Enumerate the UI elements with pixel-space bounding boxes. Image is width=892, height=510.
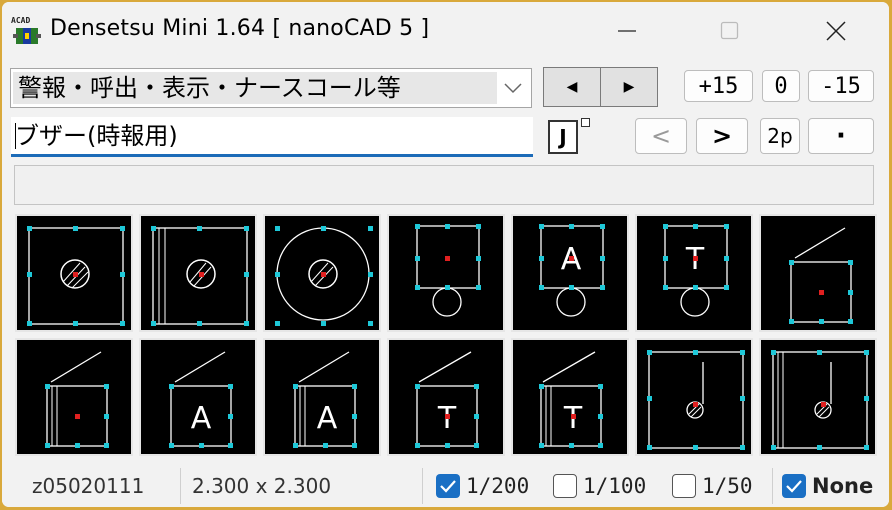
maximize-button[interactable]	[702, 2, 758, 60]
symbol-tile-2[interactable]	[139, 214, 257, 332]
status-bar: z05020111 2.300 x 2.300 1/200 1/100 1/50…	[2, 464, 889, 507]
bell-pull-icon	[415, 224, 481, 317]
symbol-tile-8[interactable]	[15, 338, 133, 456]
title-bar[interactable]: ACAD Densetsu Mini 1.64 [ nanoCAD 5 ]	[2, 2, 889, 60]
app-window: ACAD Densetsu Mini 1.64 [ nanoCAD 5 ] 警報…	[2, 2, 889, 507]
buzzer-circle-icon	[27, 226, 125, 326]
symbol-size: 2.300 x 2.300	[192, 473, 332, 498]
buzzer-ring-icon	[275, 226, 373, 326]
j-button-corner-icon	[581, 118, 590, 127]
symbol-name-field[interactable]: ブザー(時報用)	[11, 117, 533, 157]
category-dropdown[interactable]: 警報・呼出・表示・ナースコール等	[10, 68, 532, 108]
scale-1-50-label: 1/50	[702, 473, 753, 498]
status-separator	[180, 468, 181, 504]
symbol-tile-9[interactable]: A	[139, 338, 257, 456]
checkbox-unchecked-icon	[672, 473, 696, 498]
display-wall-icon	[45, 351, 109, 448]
triangle-left-icon: ◀	[566, 79, 578, 95]
minimize-icon	[618, 30, 636, 32]
maximize-icon	[720, 21, 739, 40]
scale-1-50-checkbox[interactable]: 1/50	[672, 464, 753, 507]
minimize-button[interactable]	[600, 2, 656, 60]
checkbox-unchecked-icon	[553, 473, 577, 498]
svg-text:A: A	[317, 401, 338, 436]
none-checkbox[interactable]: None	[782, 464, 873, 507]
symbol-tile-14[interactable]	[759, 338, 877, 456]
annunciator-a-icon: A	[539, 224, 605, 317]
triangle-right-icon: ▶	[623, 79, 635, 95]
page-back-button[interactable]: <	[635, 118, 687, 154]
app-logo-icon: ACAD	[11, 16, 41, 44]
scale-1-100-checkbox[interactable]: 1/100	[553, 464, 646, 507]
symbol-tile-12[interactable]: T	[511, 338, 629, 456]
rotate-zero-button[interactable]: 0	[762, 70, 800, 102]
close-icon	[826, 21, 846, 41]
checkbox-checked-icon	[782, 473, 806, 498]
symbol-name-value: ブザー(時報用)	[15, 122, 178, 150]
scale-1-100-label: 1/100	[583, 473, 647, 498]
svg-text:ACAD: ACAD	[11, 16, 30, 25]
rotate-minus15-button[interactable]: -15	[808, 70, 874, 102]
display-t-icon: T	[415, 351, 479, 448]
checkbox-checked-icon	[436, 473, 460, 498]
close-button[interactable]	[808, 2, 864, 60]
symbol-tile-1[interactable]	[15, 214, 133, 332]
chime-icon	[647, 350, 745, 450]
dot-button[interactable]: ·	[808, 118, 874, 154]
symbol-palette: A T	[15, 214, 877, 460]
info-strip	[14, 165, 874, 205]
window-title: Densetsu Mini 1.64 [ nanoCAD 5 ]	[50, 16, 430, 41]
page-forward-button[interactable]: >	[696, 118, 748, 154]
symbol-tile-3[interactable]	[263, 214, 381, 332]
symbol-tile-11[interactable]: T	[387, 338, 505, 456]
display-panel-icon	[789, 227, 853, 324]
category-selected: 警報・呼出・表示・ナースコール等	[13, 72, 497, 104]
symbol-tile-4[interactable]	[387, 214, 505, 332]
symbol-tile-10[interactable]: A	[263, 338, 381, 456]
annunciator-t-icon: T	[663, 224, 729, 317]
scale-1-200-label: 1/200	[466, 473, 530, 498]
svg-text:A: A	[191, 401, 212, 436]
none-label: None	[812, 473, 874, 498]
symbol-code: z05020111	[32, 473, 145, 498]
display-a-wall-icon: A	[293, 351, 357, 448]
symbol-tile-5[interactable]: A	[511, 214, 629, 332]
symbol-tile-13[interactable]	[635, 338, 753, 456]
chime-wall-icon	[771, 350, 869, 450]
symbol-tile-6[interactable]: T	[635, 214, 753, 332]
status-separator	[772, 468, 773, 504]
chevron-down-icon	[504, 83, 522, 94]
scale-1-200-checkbox[interactable]: 1/200	[436, 464, 529, 507]
prev-category-button[interactable]: ◀	[543, 67, 601, 107]
buzzer-wall-icon	[151, 226, 249, 326]
j-button[interactable]: J	[548, 120, 578, 154]
display-t-wall-icon: T	[539, 351, 603, 448]
rotate-plus15-button[interactable]: +15	[684, 70, 753, 102]
symbol-tile-7[interactable]	[759, 214, 877, 332]
two-page-button[interactable]: 2p	[760, 118, 800, 154]
next-category-button[interactable]: ▶	[600, 67, 658, 107]
display-a-icon: A	[169, 351, 233, 448]
status-separator	[422, 468, 423, 504]
j-button-label: J	[559, 125, 567, 149]
